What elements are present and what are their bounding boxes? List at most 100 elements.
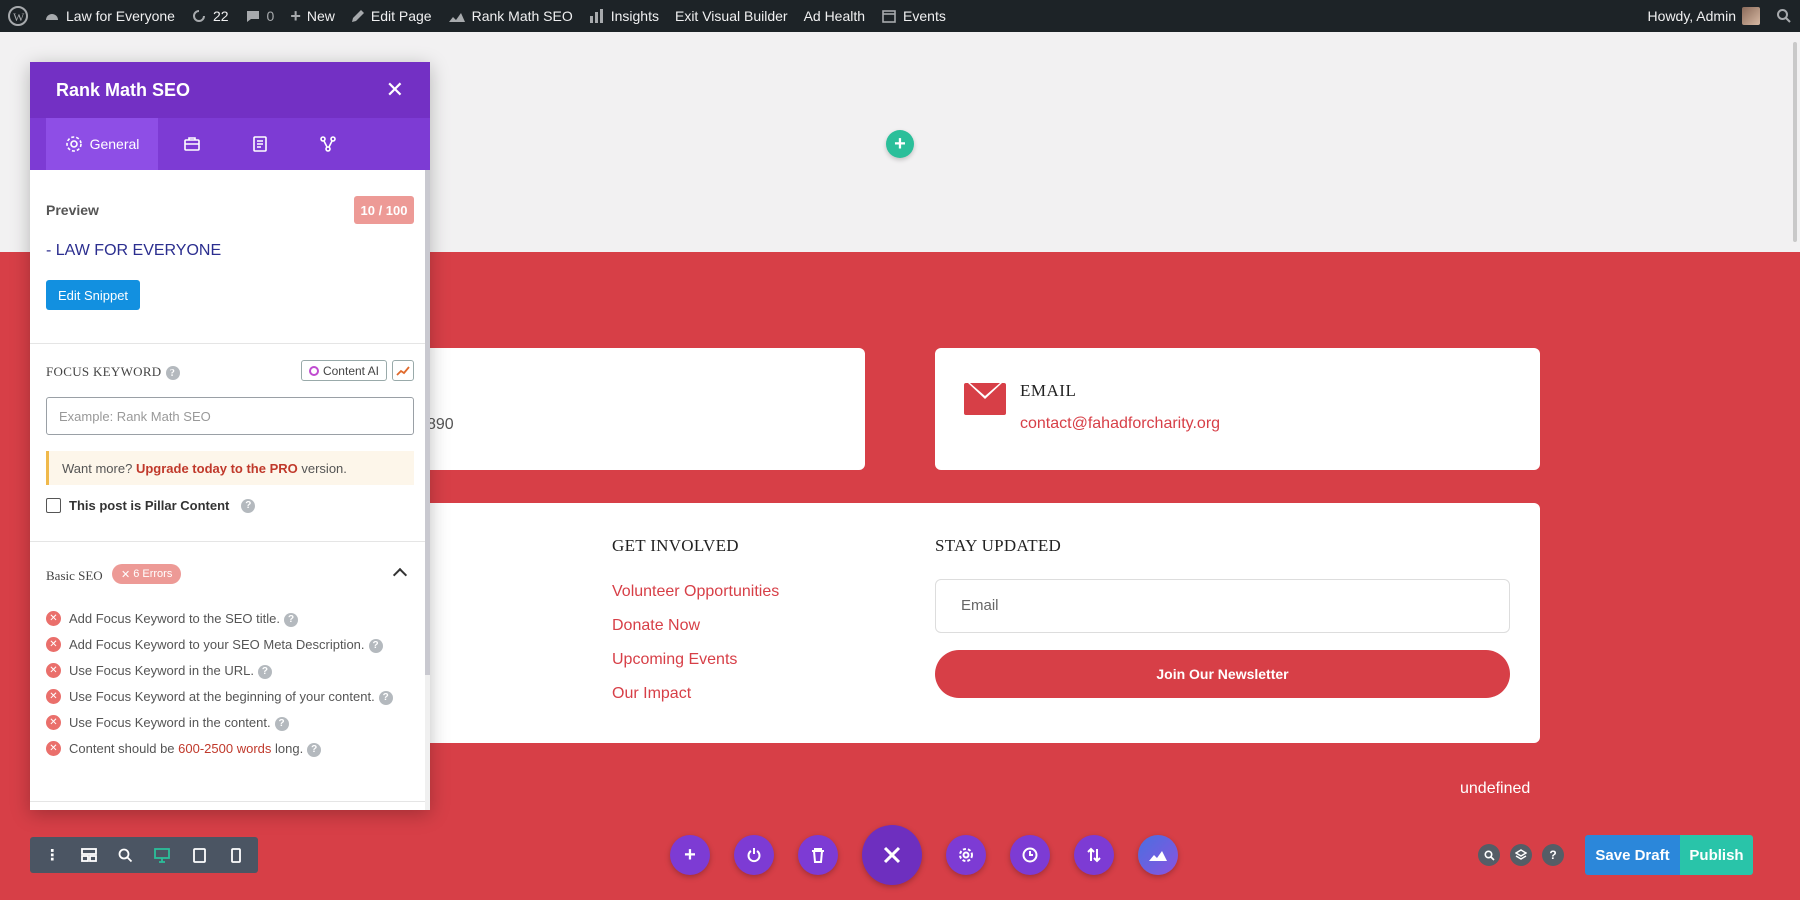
plus-icon: + [894, 132, 906, 155]
history-button[interactable] [1010, 835, 1050, 875]
check-text: Add Focus Keyword to your SEO Meta Descr… [69, 637, 365, 652]
edit-snippet-button[interactable]: Edit Snippet [46, 280, 140, 310]
newsletter-email-input[interactable]: Email [935, 579, 1510, 633]
add-module-button[interactable]: + [670, 835, 710, 875]
pillar-content-checkbox[interactable] [46, 498, 61, 513]
check-length-highlight: 600-2500 words [178, 741, 272, 756]
tab-social[interactable] [294, 118, 362, 170]
tab-schema[interactable] [226, 118, 294, 170]
power-icon [747, 848, 761, 863]
pencil-icon [351, 10, 364, 22]
help-icon[interactable]: ? [378, 690, 393, 705]
publish-button[interactable]: Publish [1680, 835, 1753, 875]
close-settings-button[interactable] [862, 825, 922, 885]
tab-advanced[interactable] [158, 118, 226, 170]
document-icon [253, 136, 267, 152]
wordpress-logo-icon[interactable]: W [0, 0, 36, 32]
new-label: New [306, 8, 335, 24]
help-icon[interactable]: ? [165, 366, 180, 381]
account-menu[interactable]: Howdy, Admin [1640, 0, 1768, 32]
tablet-view-button[interactable] [181, 837, 218, 873]
layers-icon [1515, 849, 1527, 860]
tab-general[interactable]: General [46, 118, 158, 170]
desktop-view-button[interactable] [144, 837, 181, 873]
chevron-up-icon[interactable] [392, 567, 408, 583]
search-icon [118, 848, 133, 862]
help-icon[interactable]: ? [241, 498, 256, 513]
refresh-icon [192, 10, 205, 22]
error-icon: ✕ [46, 715, 61, 730]
phone-view-button[interactable] [217, 837, 254, 873]
error-icon: ✕ [46, 637, 61, 652]
content-ai-button[interactable]: Content AI [301, 360, 387, 381]
comments-menu[interactable]: 0 [237, 0, 283, 32]
page-settings-button[interactable] [946, 835, 986, 875]
help-icon[interactable]: ? [307, 742, 322, 757]
errors-badge-label: 6 Errors [133, 568, 173, 580]
save-draft-button[interactable]: Save Draft [1585, 835, 1680, 875]
dashboard-icon [46, 14, 58, 20]
bar-chart-icon [589, 9, 603, 23]
edit-page-link[interactable]: Edit Page [343, 0, 440, 32]
upgrade-pro-link[interactable]: Upgrade today to the PRO [136, 461, 298, 476]
events-menu[interactable]: Events [873, 0, 954, 32]
link-impact[interactable]: Our Impact [612, 685, 691, 703]
email-address-link[interactable]: contact@fahadforcharity.org [1020, 415, 1220, 433]
site-name-menu[interactable]: Law for Everyone [36, 0, 183, 32]
ad-health-link[interactable]: Ad Health [796, 0, 873, 32]
link-volunteer[interactable]: Volunteer Opportunities [612, 583, 779, 601]
exit-builder-label: Exit Visual Builder [674, 8, 788, 24]
load-layout-button[interactable] [734, 835, 774, 875]
rankmath-panel-header: Rank Math SEO ✕ [30, 62, 430, 118]
focus-keyword-input[interactable]: Example: Rank Math SEO [46, 397, 414, 435]
help-icon[interactable]: ? [284, 612, 298, 627]
basic-seo-toggle[interactable]: Basic SEO [46, 568, 103, 584]
focus-keyword-label: FOCUS KEYWORD? [46, 364, 180, 381]
link-events[interactable]: Upcoming Events [612, 651, 737, 669]
email-card: EMAIL contact@fahadforcharity.org [935, 348, 1540, 470]
zoom-button[interactable] [107, 837, 144, 873]
error-icon: ✕ [46, 689, 61, 704]
link-donate[interactable]: Donate Now [612, 617, 700, 635]
seo-check-list: ✕ Add Focus Keyword to the SEO title.? ✕… [46, 610, 414, 766]
exit-visual-builder-link[interactable]: Exit Visual Builder [667, 0, 796, 32]
rankmath-menu[interactable]: Rank Math SEO [440, 0, 581, 32]
add-row-button[interactable]: + [886, 130, 914, 158]
howdy-label: Howdy, Admin [1647, 8, 1736, 24]
gear-icon [959, 848, 973, 862]
help-icon[interactable]: ? [257, 664, 272, 679]
rankmath-panel-title: Rank Math SEO [56, 79, 191, 100]
ad-health-label: Ad Health [803, 8, 866, 24]
more-options-button[interactable]: ⋮ [34, 837, 71, 873]
check-length-suffix: long. [275, 741, 304, 756]
panel-scrollbar[interactable] [425, 170, 430, 810]
admin-search-button[interactable] [1768, 0, 1800, 32]
footer-card: GET INVOLVED Volunteer Opportunities Don… [300, 503, 1540, 743]
error-icon: ✕ [46, 611, 61, 626]
envelope-icon [964, 383, 1006, 415]
insights-menu[interactable]: Insights [581, 0, 667, 32]
clock-icon [1022, 847, 1038, 863]
help-button[interactable]: ? [1542, 844, 1564, 866]
search-icon [1483, 849, 1495, 861]
layers-button[interactable] [1510, 844, 1532, 866]
portability-button[interactable] [1074, 835, 1114, 875]
rankmath-builder-button[interactable] [1138, 835, 1178, 875]
list-item: ✕ Use Focus Keyword at the beginning of … [46, 688, 414, 706]
share-network-icon [320, 136, 336, 152]
help-icon[interactable]: ? [368, 638, 383, 653]
close-icon[interactable]: ✕ [386, 79, 404, 101]
help-icon[interactable]: ? [274, 716, 289, 731]
wireframe-view-button[interactable] [71, 837, 108, 873]
page-scrollbar[interactable] [1790, 32, 1800, 252]
comment-icon [246, 11, 259, 22]
new-content-menu[interactable]: + New [282, 0, 343, 32]
clear-layout-button[interactable] [798, 835, 838, 875]
phone-icon [230, 847, 241, 863]
trends-button[interactable] [392, 360, 414, 381]
search-modules-button[interactable] [1478, 844, 1500, 866]
join-newsletter-button[interactable]: Join Our Newsletter [935, 650, 1510, 698]
layout-icon [81, 848, 97, 862]
list-item: ✕ Add Focus Keyword to the SEO title.? [46, 610, 414, 628]
updates-menu[interactable]: 22 [183, 0, 237, 32]
